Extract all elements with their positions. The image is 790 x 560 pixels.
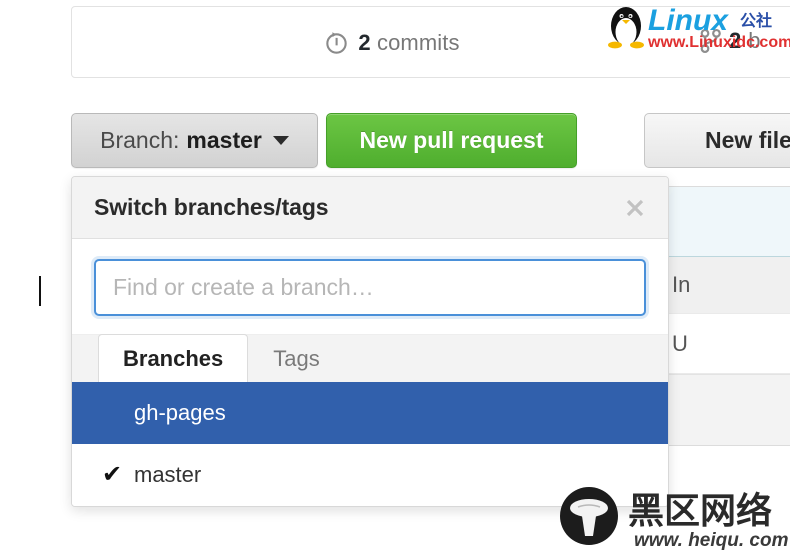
branch-dropdown-button[interactable]: Branch: master bbox=[71, 113, 318, 168]
table-cell-message: U bbox=[672, 330, 688, 356]
tab-branches[interactable]: Branches bbox=[98, 334, 249, 382]
caret-down-icon bbox=[272, 136, 289, 145]
branch-button-prefix: Branch: bbox=[100, 127, 180, 153]
branches-count: 2 bbox=[729, 28, 742, 53]
branches-counter[interactable]: 2 b bbox=[700, 28, 761, 54]
history-icon bbox=[326, 31, 348, 54]
new-file-button[interactable]: New file bbox=[644, 113, 790, 168]
tab-tags[interactable]: Tags bbox=[248, 334, 344, 382]
new-file-label: New file bbox=[705, 127, 790, 153]
close-icon[interactable] bbox=[620, 193, 650, 223]
dropdown-tabs: Branches Tags bbox=[72, 334, 668, 382]
branch-item-label: master bbox=[134, 462, 202, 487]
commits-count-text: 2 commits bbox=[358, 30, 459, 56]
text-cursor bbox=[39, 276, 41, 306]
repository-page: 2 commits 2 b In U Branch: master New pu… bbox=[0, 0, 790, 560]
branch-item-master[interactable]: ✔ master bbox=[72, 444, 668, 506]
branches-label: b bbox=[748, 28, 761, 53]
table-cell-message: In bbox=[672, 272, 691, 297]
dropdown-search-area bbox=[72, 239, 668, 334]
commits-label: commits bbox=[376, 30, 460, 55]
commits-count: 2 bbox=[358, 30, 371, 55]
new-pull-request-label: New pull request bbox=[359, 127, 544, 153]
dropdown-title: Switch branches/tags bbox=[94, 194, 329, 220]
git-branch-icon bbox=[700, 29, 721, 53]
tab-tags-label: Tags bbox=[273, 345, 320, 371]
switch-branches-dropdown: Switch branches/tags Branches Tags ✔ gh-… bbox=[71, 176, 669, 507]
branch-item-label: gh-pages bbox=[134, 399, 226, 425]
commits-link[interactable]: 2 commits bbox=[72, 7, 712, 79]
commits-summary-bar: 2 commits bbox=[71, 6, 790, 78]
dropdown-header: Switch branches/tags bbox=[72, 177, 668, 239]
new-pull-request-button[interactable]: New pull request bbox=[326, 113, 577, 168]
check-icon: ✔ bbox=[102, 461, 123, 488]
branch-item-gh-pages[interactable]: ✔ gh-pages bbox=[72, 382, 668, 444]
branch-search-input[interactable] bbox=[94, 259, 646, 316]
branch-list: ✔ gh-pages ✔ master bbox=[72, 382, 668, 506]
tab-branches-label: Branches bbox=[123, 345, 224, 371]
branch-button-value: master bbox=[186, 127, 262, 153]
